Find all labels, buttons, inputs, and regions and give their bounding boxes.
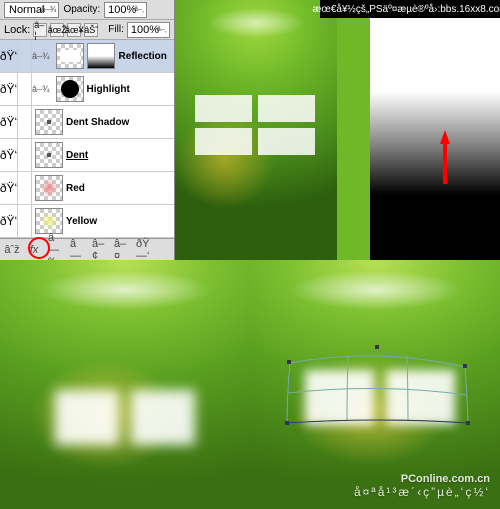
layer-row[interactable]: ðŸ‘ â–¾ Highlight	[0, 73, 174, 106]
fill-input[interactable]: 100%	[127, 22, 170, 38]
layers-footer: âˆž fx â—‰ â— â–¢ â–¤ ðŸ—‘	[0, 238, 174, 260]
visibility-icon[interactable]: ðŸ‘	[0, 106, 18, 139]
layers-panel: Normal Opacity: 100% Lock: â–¦ âœŽ âœ¥ â…	[0, 0, 175, 260]
layer-name: Highlight	[87, 84, 174, 95]
group-icon[interactable]: â–¢	[92, 243, 108, 257]
preview-window-reflection	[175, 0, 337, 260]
link-cell[interactable]	[18, 106, 32, 139]
fill-label: Fill:	[108, 24, 124, 35]
layer-row[interactable]: ðŸ‘ Dent Shadow	[0, 106, 174, 139]
lock-label: Lock:	[4, 24, 30, 36]
visibility-icon[interactable]: ðŸ‘	[0, 40, 18, 73]
visibility-icon[interactable]: ðŸ‘	[0, 73, 18, 106]
window-reflection-shape	[195, 95, 315, 155]
layer-thumbnail[interactable]	[56, 43, 84, 69]
fill-value: 100%	[131, 24, 159, 36]
opacity-value: 100%	[108, 4, 136, 16]
chevron-down-icon[interactable]: â–¾	[32, 84, 50, 94]
chevron-down-icon[interactable]: â–¾	[32, 51, 50, 61]
lock-all-icon[interactable]: âŠ˜	[84, 23, 98, 37]
warp-grid[interactable]	[285, 345, 470, 440]
watermark-cn: å¤ªå¹³æ´‹ç”µè„‘ç½‘	[354, 485, 490, 499]
layer-thumbnail[interactable]	[56, 76, 84, 102]
preview-gradient-mask	[337, 0, 500, 260]
layer-row[interactable]: ðŸ‘ â–¾ Reflection	[0, 40, 174, 73]
blurred-reflection	[55, 390, 195, 445]
visibility-icon[interactable]: ðŸ‘	[0, 172, 18, 205]
link-cell[interactable]	[18, 205, 32, 238]
link-layers-icon[interactable]: âˆž	[4, 243, 20, 257]
layer-thumbnail[interactable]	[35, 208, 63, 234]
opacity-label: Opacity:	[63, 4, 100, 15]
link-cell[interactable]	[18, 139, 32, 172]
layer-row[interactable]: ðŸ‘ Dent	[0, 139, 174, 172]
layer-name: Dent Shadow	[66, 117, 174, 128]
link-cell[interactable]	[18, 40, 32, 73]
preview-warp-transform: PConline.com.cn å¤ªå¹³æ´‹ç”µè„‘ç½‘	[250, 260, 500, 509]
layer-name: Yellow	[66, 216, 174, 227]
lock-position-icon[interactable]: âœ¥	[67, 23, 81, 37]
layer-mask-thumbnail[interactable]	[87, 43, 115, 69]
adjustment-icon[interactable]: â—	[70, 243, 86, 257]
preview-blurred-reflection	[0, 260, 250, 509]
fx-icon[interactable]: fx	[26, 243, 42, 257]
layer-name: Reflection	[119, 51, 174, 62]
blend-mode-value: Normal	[9, 4, 44, 16]
layer-thumbnail[interactable]	[35, 109, 63, 135]
gradient-swatch	[370, 0, 500, 260]
layer-row[interactable]: ðŸ‘ Red	[0, 172, 174, 205]
blend-mode-select[interactable]: Normal	[4, 2, 59, 18]
layer-thumbnail[interactable]	[35, 142, 63, 168]
add-mask-icon[interactable]: â—‰	[48, 243, 64, 257]
lock-pixels-icon[interactable]: âœŽ	[50, 23, 64, 37]
lock-row: Lock: â–¦ âœŽ âœ¥ âŠ˜ Fill: 100%	[0, 20, 174, 40]
source-banner: æœ€å¥½çš„PSäº¤æµè®ºå›:bbs.16xx8.com	[320, 0, 500, 18]
watermark: PConline.com.cn å¤ªå¹³æ´‹ç”µè„‘ç½‘	[354, 473, 490, 499]
layer-row[interactable]: ðŸ‘ Yellow	[0, 205, 174, 238]
up-arrow-icon	[440, 130, 450, 144]
link-cell[interactable]	[18, 73, 32, 106]
layers-list: ðŸ‘ â–¾ Reflection ðŸ‘ â–¾ Highlight ðŸ‘…	[0, 40, 174, 238]
layer-thumbnail[interactable]	[35, 175, 63, 201]
layer-name: Red	[66, 183, 174, 194]
link-cell[interactable]	[18, 172, 32, 205]
lock-transparency-icon[interactable]: â–¦	[33, 23, 47, 37]
new-layer-icon[interactable]: â–¤	[114, 243, 130, 257]
trash-icon[interactable]: ðŸ—‘	[136, 243, 152, 257]
visibility-icon[interactable]: ðŸ‘	[0, 139, 18, 172]
visibility-icon[interactable]: ðŸ‘	[0, 205, 18, 238]
blend-options-row: Normal Opacity: 100%	[0, 0, 174, 20]
layer-name: Dent	[66, 150, 174, 161]
opacity-input[interactable]: 100%	[104, 2, 147, 18]
watermark-en: PConline.com.cn	[354, 473, 490, 485]
